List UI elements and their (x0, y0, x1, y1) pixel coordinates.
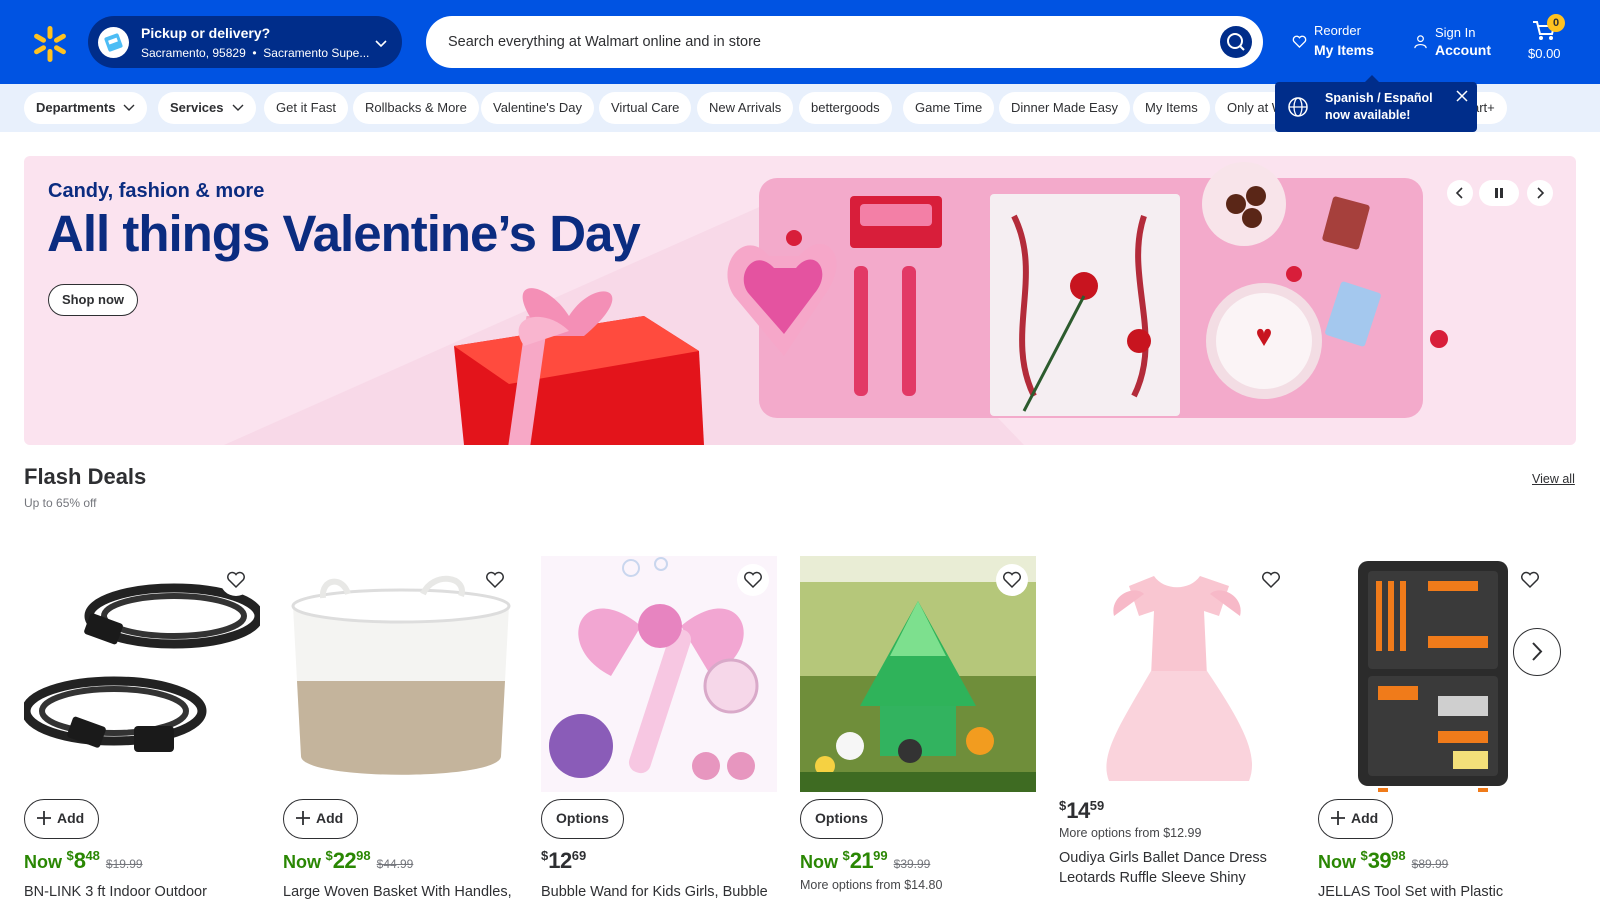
chevron-down-icon (123, 104, 135, 111)
global-header: Pickup or delivery? Sacramento, 95829 • … (0, 0, 1600, 84)
flash-deals-title: Flash Deals (24, 464, 147, 489)
close-icon[interactable] (1456, 90, 1468, 102)
heart-icon (1521, 571, 1539, 589)
nav-virtual-care[interactable]: Virtual Care (599, 92, 692, 124)
hero-title: All things Valentine’s Day (47, 205, 641, 262)
nav-dinner-made-easy[interactable]: Dinner Made Easy (999, 92, 1130, 124)
product-title[interactable]: Bubble Wand for Kids Girls, Bubble (541, 882, 777, 902)
favorite-button[interactable] (1514, 564, 1546, 596)
search-input[interactable] (448, 30, 1188, 54)
plus-icon (37, 811, 51, 825)
heart-icon (1262, 571, 1280, 589)
pickup-delivery-selector[interactable]: Pickup or delivery? Sacramento, 95829 • … (88, 16, 402, 68)
nav-valentines-day[interactable]: Valentine's Day (481, 92, 594, 124)
language-tooltip-text: Spanish / Español now available! (1325, 91, 1433, 122)
heart-icon (744, 571, 762, 589)
heart-icon (486, 571, 504, 589)
nav-departments[interactable]: Departments (24, 92, 148, 124)
nav-departments-label: Departments (36, 100, 116, 115)
plus-icon (296, 811, 310, 825)
nav-services-label: Services (170, 100, 224, 115)
account-label: Account (1435, 42, 1491, 58)
sign-in-label: Sign In (1435, 25, 1476, 40)
nav-rollbacks[interactable]: Rollbacks & More (353, 92, 479, 124)
globe-icon (1288, 97, 1308, 117)
nav-new-arrivals[interactable]: New Arrivals (697, 92, 794, 124)
product-card[interactable]: Add Now $3998$89.99 JELLAS Tool Set with… (1318, 556, 1554, 900)
favorite-button[interactable] (996, 564, 1028, 596)
chevron-right-icon (1532, 642, 1543, 661)
heart-icon (1292, 35, 1307, 49)
nav-get-it-fast[interactable]: Get it Fast (264, 92, 348, 124)
more-options-text: More options from $12.99 (1059, 826, 1202, 840)
product-card[interactable]: Add Now $848$19.99 BN-LINK 3 ft Indoor O… (24, 556, 260, 900)
language-tooltip: Spanish / Español now available! (1275, 75, 1477, 132)
carousel-prev-button[interactable] (1447, 180, 1473, 206)
carousel-next-button[interactable] (1527, 180, 1553, 206)
search-icon (1227, 33, 1245, 51)
product-price: Now $848$19.99 (24, 848, 143, 873)
my-items-label: My Items (1314, 42, 1374, 58)
pickup-intent-icon (98, 27, 129, 58)
heart-icon (1003, 571, 1021, 589)
reorder-my-items[interactable]: Reorder My Items (1290, 20, 1390, 64)
nav-bettergoods[interactable]: bettergoods (799, 92, 892, 124)
user-icon (1414, 35, 1427, 49)
add-to-cart-button[interactable]: Add (24, 799, 100, 839)
view-all-link[interactable]: View all (1532, 472, 1575, 486)
walmart-spark-icon[interactable] (30, 24, 70, 64)
cart-count-badge: 0 (1547, 14, 1565, 32)
nav-services[interactable]: Services (158, 92, 256, 124)
pause-icon (1495, 188, 1503, 198)
product-price: Now $2199$39.99 (800, 848, 931, 873)
favorite-button[interactable] (1255, 564, 1287, 596)
product-card[interactable]: Options $1269 Bubble Wand for Kids Girls… (541, 556, 777, 900)
more-options-text: More options from $14.80 (800, 878, 943, 892)
cart-button[interactable]: 0 $0.00 (1526, 14, 1576, 64)
carousel-next-arrow[interactable] (1513, 628, 1561, 676)
product-card[interactable]: $1459 More options from $12.99 Oudiya Gi… (1059, 556, 1295, 900)
chevron-down-icon (375, 40, 387, 48)
add-to-cart-button[interactable]: Add (1318, 799, 1394, 839)
pickup-location: Sacramento, 95829 • Sacramento Supe... (141, 46, 370, 60)
carousel-pause-button[interactable] (1479, 180, 1519, 206)
product-title[interactable]: Large Woven Basket With Handles, (283, 882, 519, 902)
product-price: $1269 (541, 848, 587, 873)
chevron-left-icon (1455, 187, 1463, 199)
nav-game-time[interactable]: Game Time (903, 92, 995, 124)
hero-banner[interactable]: Candy, fashion & more All things Valenti… (24, 156, 1576, 445)
product-price: Now $2298$44.99 (283, 848, 414, 873)
heart-icon (227, 571, 245, 589)
cart-total: $0.00 (1528, 46, 1561, 61)
options-button[interactable]: Options (800, 799, 883, 839)
product-card[interactable]: Options Now $2199$39.99 More options fro… (800, 556, 1036, 900)
product-card[interactable]: Add Now $2298$44.99 Large Woven Basket W… (283, 556, 519, 900)
nav-my-items[interactable]: My Items (1133, 92, 1210, 124)
product-price: $1459 (1059, 798, 1105, 823)
product-title[interactable]: BN-LINK 3 ft Indoor Outdoor (24, 882, 260, 902)
search-button[interactable] (1220, 26, 1252, 58)
plus-icon (1331, 811, 1345, 825)
search-bar (426, 16, 1263, 68)
shop-now-button[interactable]: Shop now (48, 284, 138, 316)
product-price: Now $3998$89.99 (1318, 848, 1449, 873)
chevron-right-icon (1537, 187, 1545, 199)
add-to-cart-button[interactable]: Add (283, 799, 359, 839)
options-button[interactable]: Options (541, 799, 624, 839)
favorite-button[interactable] (737, 564, 769, 596)
product-title[interactable]: Oudiya Girls Ballet Dance Dress Leotards… (1059, 848, 1295, 888)
flash-deals-subtitle: Up to 65% off (24, 496, 97, 510)
favorite-button[interactable] (479, 564, 511, 596)
favorite-button[interactable] (220, 564, 252, 596)
reorder-label: Reorder (1314, 23, 1361, 38)
pickup-title: Pickup or delivery? (141, 25, 271, 41)
product-title[interactable]: JELLAS Tool Set with Plastic (1318, 882, 1554, 902)
hero-kicker: Candy, fashion & more (48, 180, 265, 202)
account-sign-in[interactable]: Sign In Account (1410, 20, 1500, 64)
chevron-down-icon (232, 104, 243, 111)
